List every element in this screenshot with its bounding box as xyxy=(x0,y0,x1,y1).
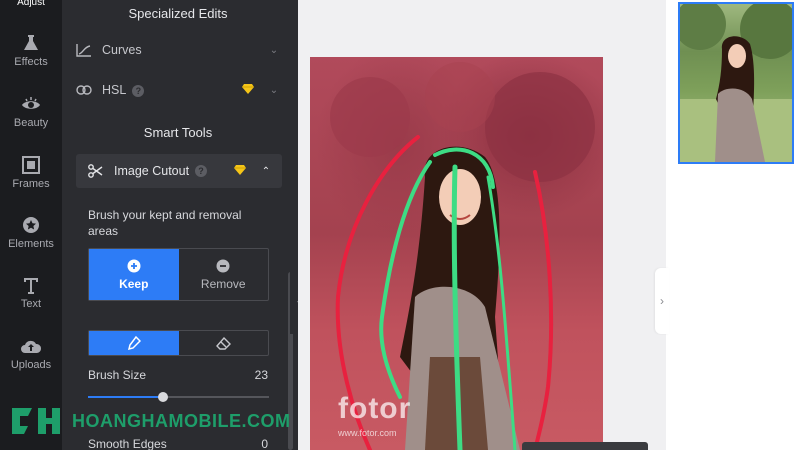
curves-row[interactable]: Curves ⌄ xyxy=(76,32,282,68)
chevron-down-icon: ⌄ xyxy=(269,84,279,96)
remove-brush-stroke xyxy=(533,170,554,450)
help-icon[interactable]: ? xyxy=(132,84,145,97)
brush-button[interactable] xyxy=(89,331,179,355)
help-icon[interactable]: ? xyxy=(195,165,208,177)
minus-circle-icon xyxy=(216,259,230,272)
brush-eraser-toggle xyxy=(88,330,269,356)
premium-diamond-icon xyxy=(234,164,246,178)
hsl-icon xyxy=(76,84,98,96)
eraser-icon xyxy=(215,336,231,350)
frame-icon xyxy=(22,156,40,174)
rail-item-frames[interactable]: Frames xyxy=(0,156,62,190)
curves-icon xyxy=(76,43,98,57)
rail-item-uploads[interactable]: Uploads xyxy=(0,337,62,371)
fotor-watermark: fotor xyxy=(338,392,412,425)
remove-label: Remove xyxy=(200,276,246,291)
scissors-icon xyxy=(88,164,114,178)
slider-handle[interactable] xyxy=(157,392,168,402)
eye-icon xyxy=(22,97,40,109)
specialized-edits-title: Specialized Edits xyxy=(128,6,228,21)
rail-item-elements[interactable]: Elements xyxy=(0,216,62,250)
rail-item-label: Elements xyxy=(8,238,54,250)
rail-item-label: Uploads xyxy=(10,359,52,371)
remove-button[interactable]: Remove xyxy=(179,249,269,300)
rail-item-text[interactable]: Text xyxy=(0,276,62,310)
premium-diamond-icon xyxy=(242,83,254,97)
brush-size-value: 23 xyxy=(254,368,268,382)
left-nav-rail: Adjust Effects Beauty Frames Elements Te… xyxy=(0,0,62,450)
chevron-right-icon: › xyxy=(660,294,664,308)
image-cutout-label: Image Cutout xyxy=(114,164,190,178)
fotor-watermark-url: www.fotor.com xyxy=(338,428,397,438)
brush-hint-text: Brush your kept and removal areas xyxy=(88,208,242,238)
plus-circle-icon xyxy=(127,259,141,272)
thumbnail-artwork xyxy=(680,4,792,162)
curves-label: Curves xyxy=(102,43,142,57)
expand-panel-button[interactable]: › xyxy=(655,268,669,334)
edit-panel: Specialized Edits Curves ⌄ HSL? ⌄ Smart … xyxy=(62,0,298,450)
keep-label: Keep xyxy=(119,276,149,291)
smart-tools-title: Smart Tools xyxy=(143,125,213,140)
rail-item-label: Text xyxy=(20,298,42,310)
keep-remove-toggle: Keep Remove xyxy=(88,248,269,301)
chevron-up-icon[interactable]: ⌃ xyxy=(258,166,274,177)
bottom-toolbar[interactable] xyxy=(522,442,648,450)
brand-logo-icon xyxy=(12,408,60,434)
hsl-label: HSL xyxy=(102,83,127,97)
rail-item-label: Frames xyxy=(12,178,50,190)
keep-button[interactable]: Keep xyxy=(89,249,179,300)
star-icon xyxy=(23,217,39,233)
text-icon xyxy=(24,278,38,294)
image-cutout-row[interactable]: Image Cutout ? ⌃ xyxy=(76,154,282,188)
flask-icon xyxy=(24,35,38,50)
brush-icon xyxy=(127,336,141,350)
brush-size-label: Brush Size xyxy=(88,368,147,382)
rail-item-adjust[interactable]: Adjust xyxy=(0,0,62,8)
hsl-row[interactable]: HSL? ⌄ xyxy=(76,72,282,108)
eraser-button[interactable] xyxy=(179,331,269,355)
brush-size-slider[interactable] xyxy=(88,392,269,402)
brand-text: HOANGHAMOBILE.COM xyxy=(72,410,291,431)
cloud-upload-icon xyxy=(21,340,42,353)
rail-item-beauty[interactable]: Beauty xyxy=(0,95,62,129)
slider-fill xyxy=(88,396,163,398)
rail-item-effects[interactable]: Effects xyxy=(0,34,62,68)
rail-item-label: Effects xyxy=(14,56,48,68)
rail-item-label: Beauty xyxy=(13,117,49,129)
photo-thumbnail[interactable] xyxy=(678,2,794,164)
site-brand-watermark: HOANGHAMOBILE.COM xyxy=(8,403,291,439)
chevron-down-icon: ⌄ xyxy=(269,44,279,56)
